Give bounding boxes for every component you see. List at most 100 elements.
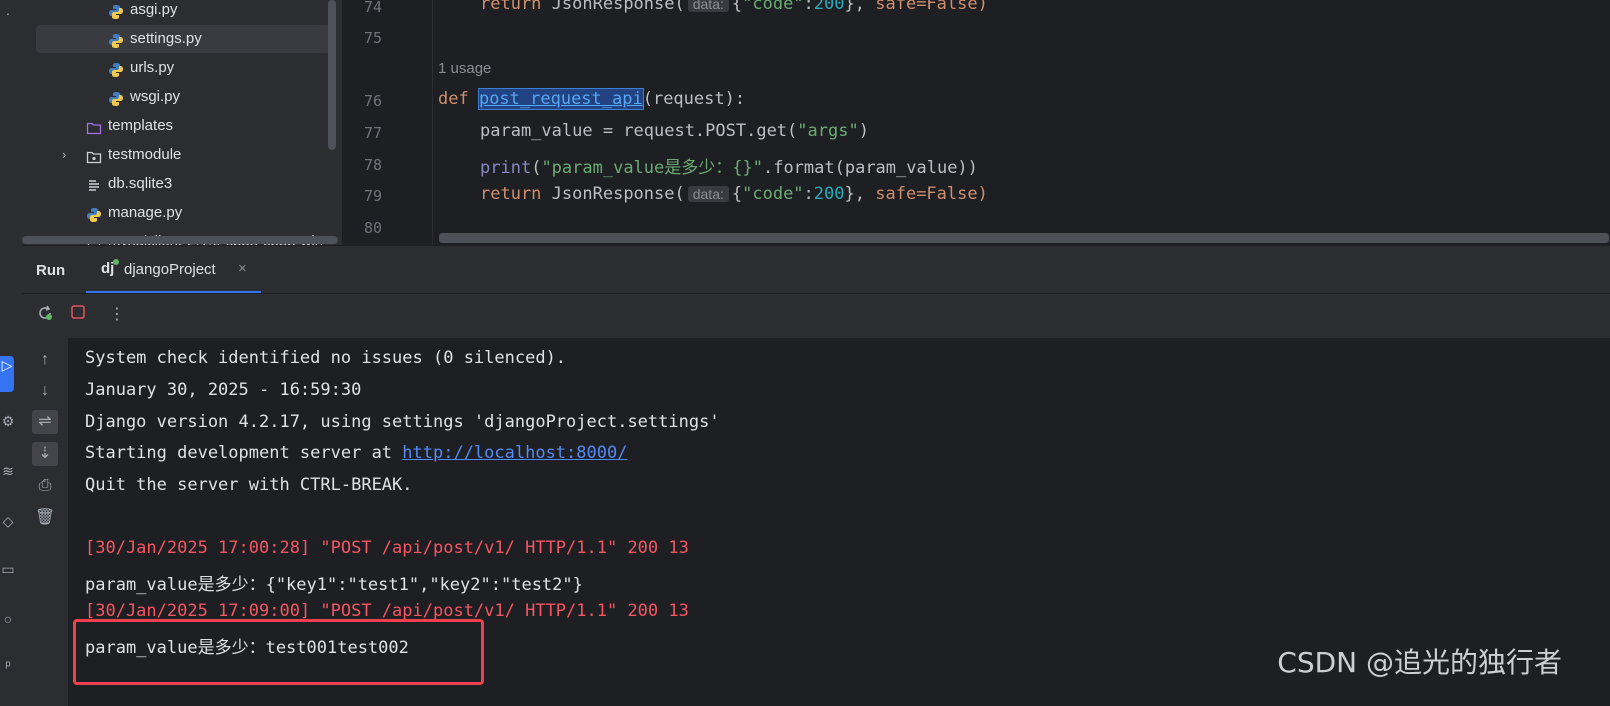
code-line-76[interactable]: def post_request_api(request): bbox=[438, 88, 746, 110]
line-number: 77 bbox=[363, 124, 382, 142]
code-token: =False) bbox=[916, 184, 988, 204]
terminal-icon[interactable]: ▭ bbox=[0, 560, 16, 578]
code-token: .format(param_value)) bbox=[762, 158, 978, 178]
tree-item[interactable]: urls.py bbox=[22, 54, 330, 82]
code-token: ( bbox=[531, 158, 542, 178]
tree-item[interactable]: wsgi.py bbox=[22, 83, 330, 111]
run-tool-icon[interactable]: ▷ bbox=[0, 356, 14, 392]
code-token: }, bbox=[844, 184, 876, 204]
usage-hint[interactable]: 1 usage bbox=[438, 60, 491, 77]
tree-item-label: settings.py bbox=[130, 30, 202, 47]
number-literal: 200 bbox=[813, 184, 845, 204]
tree-item-label: manage.py bbox=[108, 204, 183, 221]
string-literal: "code" bbox=[742, 0, 804, 14]
stop-icon[interactable] bbox=[67, 304, 89, 326]
tree-horizontal-scrollbar[interactable] bbox=[22, 236, 338, 244]
line-number: 75 bbox=[363, 29, 382, 47]
editor-horizontal-scrollbar[interactable] bbox=[439, 233, 1609, 243]
line-number: 78 bbox=[363, 156, 382, 174]
builtin-function: print bbox=[480, 158, 532, 178]
code-token: (request): bbox=[642, 89, 746, 109]
close-tab-icon[interactable]: × bbox=[238, 260, 247, 277]
database-file-icon bbox=[86, 176, 102, 192]
folder-icon bbox=[86, 118, 102, 135]
tree-vertical-scrollbar[interactable] bbox=[328, 0, 336, 150]
tab-djangoproject[interactable]: dj djangoProject × bbox=[86, 246, 261, 294]
more-icon[interactable]: · bbox=[0, 4, 16, 22]
run-side-toolbar: ↑ ↓ ⇌ ⇣ ⎙ 🗑 bbox=[22, 338, 69, 706]
localhost-link[interactable]: http://localhost:8000/ bbox=[402, 443, 627, 463]
parameter-hint: data: bbox=[687, 186, 729, 202]
python-file-icon bbox=[86, 205, 102, 222]
python-file-icon bbox=[108, 31, 124, 48]
string-literal: "args" bbox=[797, 121, 859, 141]
tree-item[interactable]: templates bbox=[22, 112, 330, 140]
print-icon[interactable]: ⎙ bbox=[32, 474, 58, 498]
console-line: param_value是多少：{"key1":"test1","key2":"t… bbox=[85, 575, 583, 595]
layers-icon[interactable]: ≋ bbox=[0, 462, 16, 480]
code-line-78[interactable]: print("param_value是多少：{}".format(param_v… bbox=[480, 153, 978, 178]
run-tool-window-header: Run dj djangoProject × bbox=[22, 245, 1610, 294]
running-indicator-icon bbox=[113, 259, 119, 265]
number-literal: 200 bbox=[813, 0, 845, 14]
soft-wrap-icon[interactable]: ⇌ bbox=[32, 410, 58, 434]
problems-icon[interactable]: ○ bbox=[0, 610, 16, 628]
chevron-right-icon[interactable]: › bbox=[62, 141, 66, 169]
keyword: return bbox=[480, 0, 542, 14]
code-token: JsonResponse( bbox=[551, 0, 685, 14]
line-number: 80 bbox=[363, 219, 382, 237]
string-literal: "code" bbox=[742, 184, 804, 204]
code-line-77[interactable]: param_value = request.POST.get("args") bbox=[480, 121, 869, 141]
code-token: JsonResponse( bbox=[551, 184, 685, 204]
tree-item-label: templates bbox=[108, 117, 174, 134]
console-text: Starting development server at bbox=[85, 443, 403, 463]
code-token: param_value = request.POST.get( bbox=[480, 121, 798, 141]
tree-item-label: wsgi.py bbox=[130, 88, 181, 105]
code-token: }, bbox=[844, 0, 876, 14]
tab-label: djangoProject bbox=[124, 261, 216, 278]
parameter-hint: data: bbox=[687, 0, 729, 12]
line-number: 79 bbox=[363, 187, 382, 205]
console-line: Starting development server at http://lo… bbox=[85, 443, 627, 463]
code-line-74[interactable]: return JsonResponse(data: {"code":200}, s… bbox=[480, 0, 988, 14]
tree-item[interactable]: › testmodule bbox=[22, 141, 330, 169]
tree-item[interactable]: db.sqlite3 bbox=[22, 170, 330, 198]
code-token: { bbox=[731, 0, 743, 14]
services-icon[interactable]: ◇ bbox=[0, 512, 16, 530]
git-icon[interactable]: ᵖ bbox=[0, 656, 16, 674]
left-tool-strip: · ▷ ⚙ ≋ ◇ ▭ ○ ᵖ bbox=[0, 0, 23, 706]
console-line: January 30, 2025 - 16:59:30 bbox=[85, 380, 362, 400]
code-token: { bbox=[731, 184, 743, 204]
more-options-icon[interactable]: ⋮ bbox=[106, 304, 128, 326]
python-packages-icon[interactable]: ⚙ bbox=[0, 412, 16, 430]
string-literal: "param_value是多少：{}" bbox=[541, 158, 763, 178]
keyword-arg: safe bbox=[875, 184, 917, 204]
console-line: System check identified no issues (0 sil… bbox=[85, 348, 567, 368]
module-folder-icon bbox=[86, 147, 102, 164]
scroll-to-end-icon[interactable]: ⇣ bbox=[32, 442, 58, 466]
tree-item-label: asgi.py bbox=[130, 1, 178, 18]
tree-item[interactable]: settings.py bbox=[36, 25, 330, 53]
code-line-79[interactable]: return JsonResponse(data: {"code":200}, s… bbox=[480, 184, 988, 204]
code-token: : bbox=[803, 184, 814, 204]
rerun-icon[interactable] bbox=[34, 304, 56, 326]
function-name[interactable]: post_request_api bbox=[477, 88, 644, 110]
run-toolbar: ⋮ bbox=[22, 293, 1610, 339]
tree-item-label: testmodule bbox=[108, 146, 182, 163]
tree-item[interactable]: asgi.py bbox=[22, 0, 330, 24]
keyword-arg: safe bbox=[875, 0, 917, 14]
clear-all-icon[interactable]: 🗑 bbox=[32, 506, 58, 530]
line-gutter: 74 75 76 77 78 79 80 bbox=[342, 0, 433, 245]
console-log-line: [30/Jan/2025 17:00:28] "POST /api/post/v… bbox=[85, 538, 689, 558]
tree-item[interactable]: manage.py bbox=[22, 199, 330, 227]
code-token: ) bbox=[858, 121, 869, 141]
keyword: def bbox=[438, 89, 479, 109]
python-file-icon bbox=[108, 2, 124, 19]
code-editor[interactable]: 74 75 76 77 78 79 80 return JsonResponse… bbox=[342, 0, 1610, 245]
code-token: : bbox=[803, 0, 814, 14]
console-line: Django version 4.2.17, using settings 'd… bbox=[85, 412, 720, 432]
python-file-icon bbox=[108, 60, 124, 77]
console-log-line: [30/Jan/2025 17:09:00] "POST /api/post/v… bbox=[85, 601, 689, 621]
scroll-down-icon[interactable]: ↓ bbox=[32, 379, 58, 403]
scroll-up-icon[interactable]: ↑ bbox=[32, 348, 58, 372]
